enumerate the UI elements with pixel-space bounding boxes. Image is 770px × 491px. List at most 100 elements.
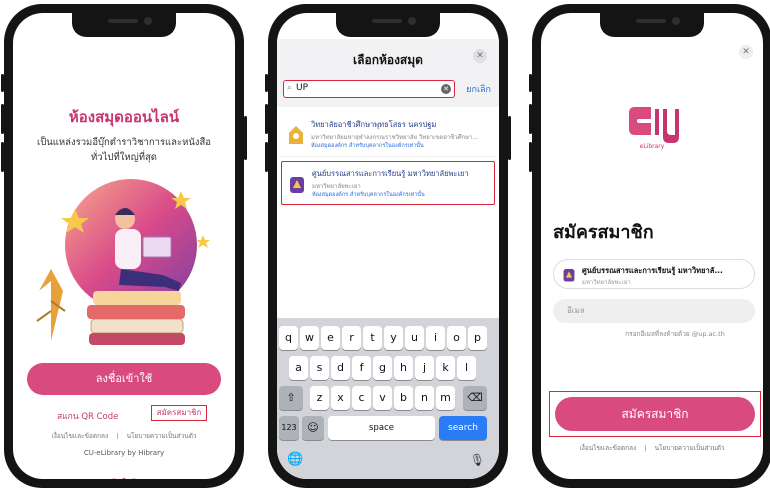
key-j[interactable]: j xyxy=(415,356,434,380)
phone-notch xyxy=(600,13,704,37)
phone-volume-up xyxy=(529,104,532,134)
email-field[interactable]: อีเมล xyxy=(553,299,755,323)
key-u[interactable]: u xyxy=(405,326,424,350)
key-l[interactable]: l xyxy=(457,356,476,380)
library-search-input[interactable]: ⌕ UP ✕ xyxy=(283,80,455,98)
numbers-key[interactable]: 123 xyxy=(279,416,299,440)
scan-qr-link[interactable]: สแกน QR Code xyxy=(57,409,118,423)
app-title: ห้องสมุดออนไลน์ xyxy=(68,108,180,126)
key-m[interactable]: m xyxy=(436,386,455,410)
footer-separator: | xyxy=(644,444,647,452)
emoji-key[interactable]: ☺ xyxy=(302,416,324,440)
page-dot-active[interactable] xyxy=(122,478,126,479)
library-result-item-selected[interactable]: ศูนย์บรรณสารและการเรียนรู้ มหาวิทยาลัยพะ… xyxy=(281,161,495,205)
library-logo-icon xyxy=(289,126,303,144)
search-icon: ⌕ xyxy=(287,83,293,93)
phone-volume-down xyxy=(529,142,532,172)
phone-library-select: เลือกห้องสมุด ✕ ⌕ UP ✕ ยกเลิก วิทยาลัยอา… xyxy=(265,4,511,488)
key-h[interactable]: h xyxy=(394,356,413,380)
phone-notch xyxy=(72,13,176,37)
cancel-button[interactable]: ยกเลิก xyxy=(466,82,491,96)
phone-register: ✕ eLibrary สมัครสมาชิก ศูนย์บรรณสารและกา… xyxy=(529,4,770,488)
key-a[interactable]: a xyxy=(289,356,308,380)
microphone-icon[interactable]: 🎙 xyxy=(470,453,485,467)
key-w[interactable]: w xyxy=(300,326,319,350)
library-logo-icon xyxy=(290,177,304,193)
terms-link[interactable]: เงื่อนไขและข้อตกลง xyxy=(51,432,108,440)
key-y[interactable]: y xyxy=(384,326,403,350)
library-name: ศูนย์บรรณสารและการเรียนรู้ มหาวิทยาลั... xyxy=(582,266,723,275)
register-button[interactable]: สมัครสมาชิก xyxy=(555,397,755,431)
space-key[interactable]: space xyxy=(328,416,435,440)
login-button[interactable]: ลงชื่อเข้าใช้ xyxy=(27,363,221,395)
phone-mute-switch xyxy=(529,74,532,92)
page-indicator[interactable] xyxy=(13,467,235,479)
footer-links: เงื่อนไขและข้อตกลง | นโยบายความเป็นส่วนต… xyxy=(13,431,235,441)
library-name: วิทยาลัยอาชีวศึกษาพุทธโสธร นครปฐม xyxy=(311,120,437,129)
key-p[interactable]: p xyxy=(468,326,487,350)
phone-volume-up xyxy=(1,104,4,134)
phone-power-button xyxy=(508,116,511,160)
welcome-screen: ห้องสมุดออนไลน์ เป็นแหล่งรวมอีบุ๊กตำราวิ… xyxy=(13,13,235,479)
phone-mute-switch xyxy=(265,74,268,92)
key-d[interactable]: d xyxy=(331,356,350,380)
phone-volume-down xyxy=(1,142,4,172)
phone-welcome: ห้องสมุดออนไลน์ เป็นแหล่งรวมอีบุ๊กตำราวิ… xyxy=(1,4,247,488)
library-tag: ห้องสมุดองค์กร สำหรับบุคลากรในองค์กรเท่า… xyxy=(311,143,424,149)
key-k[interactable]: k xyxy=(436,356,455,380)
library-tag: ห้องสมุดองค์กร สำหรับบุคลากรในองค์กรเท่า… xyxy=(312,192,425,198)
library-select-screen: เลือกห้องสมุด ✕ ⌕ UP ✕ ยกเลิก วิทยาลัยอา… xyxy=(277,13,499,479)
register-link[interactable]: สมัครสมาชิก xyxy=(151,405,207,421)
logo-wordmark: eLibrary xyxy=(639,143,665,150)
key-x[interactable]: x xyxy=(331,386,350,410)
globe-icon[interactable]: 🌐 xyxy=(287,452,303,467)
phone-volume-down xyxy=(265,142,268,172)
phone-power-button xyxy=(244,116,247,160)
library-result-item[interactable]: วิทยาลัยอาชีวศึกษาพุทธโสธร นครปฐม มหาวิท… xyxy=(281,113,495,157)
privacy-link[interactable]: นโยบายความเป็นส่วนตัว xyxy=(127,432,197,440)
library-name: ศูนย์บรรณสารและการเรียนรู้ มหาวิทยาลัยพะ… xyxy=(312,169,469,178)
footer-links: เงื่อนไขและข้อตกลง | นโยบายความเป็นส่วนต… xyxy=(541,443,763,453)
register-screen: ✕ eLibrary สมัครสมาชิก ศูนย์บรรณสารและกา… xyxy=(541,13,763,479)
key-b[interactable]: b xyxy=(394,386,413,410)
phone-notch xyxy=(336,13,440,37)
brand-credit: CU-eLibrary by Hibrary xyxy=(83,449,165,457)
library-subtitle: มหาวิทยาลัยมหาจุฬาลงกรณราชวิทยาลัย วิทยา… xyxy=(311,134,479,141)
key-n[interactable]: n xyxy=(415,386,434,410)
search-query[interactable]: UP xyxy=(296,83,308,93)
library-subtitle: มหาวิทยาลัยพะเยา xyxy=(312,183,361,190)
app-description: เป็นแหล่งรวมอีบุ๊กตำราวิชาการและหนังสือท… xyxy=(37,137,211,163)
key-s[interactable]: s xyxy=(310,356,329,380)
key-t[interactable]: t xyxy=(363,326,382,350)
key-q[interactable]: q xyxy=(279,326,298,350)
library-logo-icon xyxy=(563,269,575,282)
close-icon[interactable]: ✕ xyxy=(473,49,487,63)
clear-icon[interactable]: ✕ xyxy=(441,84,451,94)
key-c[interactable]: c xyxy=(352,386,371,410)
on-screen-keyboard: q w e r t y u i o p a s d f g h j k l ⇧ … xyxy=(277,318,499,479)
key-g[interactable]: g xyxy=(373,356,392,380)
terms-link[interactable]: เงื่อนไขและข้อตกลง xyxy=(579,444,636,452)
reading-illustration xyxy=(36,179,210,345)
screenshot-stage: ห้องสมุดออนไลน์ เป็นแหล่งรวมอีบุ๊กตำราวิ… xyxy=(0,0,770,491)
key-o[interactable]: o xyxy=(447,326,466,350)
search-key[interactable]: search xyxy=(439,416,487,440)
register-title: สมัครสมาชิก xyxy=(553,222,654,243)
selected-library-chip[interactable]: ศูนย์บรรณสารและการเรียนรู้ มหาวิทยาลั...… xyxy=(553,259,755,289)
key-i[interactable]: i xyxy=(426,326,445,350)
key-f[interactable]: f xyxy=(352,356,371,380)
phone-volume-up xyxy=(265,104,268,134)
modal-title: เลือกห้องสมุด xyxy=(353,53,423,67)
page-dot[interactable] xyxy=(132,478,136,479)
page-dot[interactable] xyxy=(112,478,116,479)
footer-separator: | xyxy=(116,432,119,440)
key-v[interactable]: v xyxy=(373,386,392,410)
backspace-key[interactable]: ⌫ xyxy=(463,386,487,410)
key-z[interactable]: z xyxy=(310,386,329,410)
phone-mute-switch xyxy=(1,74,4,92)
key-e[interactable]: e xyxy=(321,326,340,350)
close-icon[interactable]: ✕ xyxy=(739,45,753,59)
privacy-link[interactable]: นโยบายความเป็นส่วนตัว xyxy=(655,444,725,452)
key-r[interactable]: r xyxy=(342,326,361,350)
shift-key[interactable]: ⇧ xyxy=(279,386,303,410)
